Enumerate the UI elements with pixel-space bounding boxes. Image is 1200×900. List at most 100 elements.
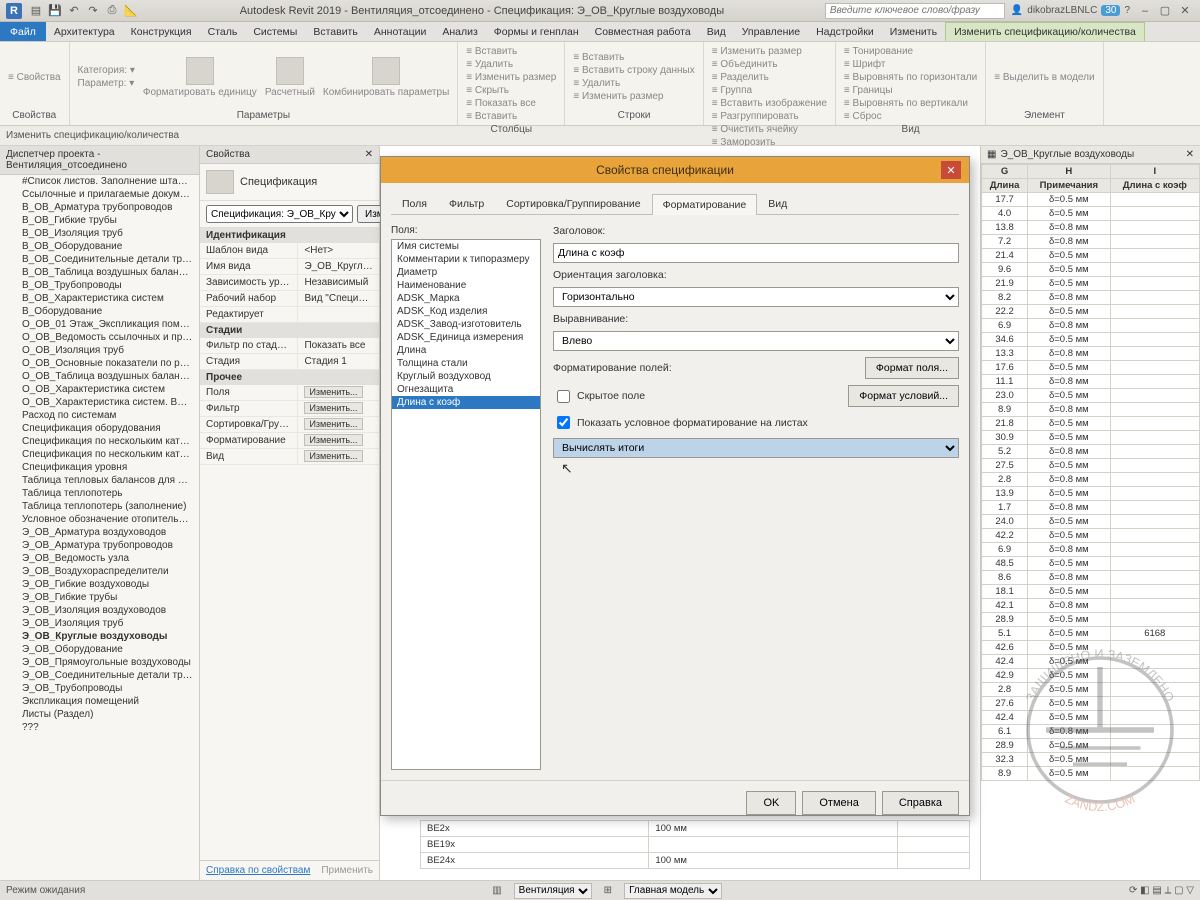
tree-node[interactable]: В_ОВ_Гибкие трубы (0, 214, 199, 227)
field-item[interactable]: ADSK_Код изделия (392, 305, 540, 318)
type-selector[interactable]: Спецификация (200, 164, 379, 201)
tree-node[interactable]: В_ОВ_Арматура трубопроводов (0, 201, 199, 214)
user-area[interactable]: 👤 dikobrazLBNLC 30 ? (1011, 5, 1130, 16)
tree-node[interactable]: Э_ОВ_Оборудование (0, 643, 199, 656)
tree-node[interactable]: #Список листов. Заполнение штампа (0, 175, 199, 188)
tree-node[interactable]: Э_ОВ_Ведомость узла (0, 552, 199, 565)
tab-3[interactable]: Системы (245, 22, 305, 41)
tab-6[interactable]: Анализ (434, 22, 485, 41)
tab-0[interactable]: Архитектура (46, 22, 123, 41)
hidden-field-checkbox[interactable]: Скрытое поле (553, 387, 645, 406)
field-item[interactable]: Диаметр (392, 266, 540, 279)
status-icons[interactable]: ⟳ ◧ ▤ ⟂ ▢ ▽ (1129, 885, 1194, 896)
field-item[interactable]: Наименование (392, 279, 540, 292)
tab-4[interactable]: Вставить (305, 22, 366, 41)
tree-node[interactable]: Э_ОВ_Гибкие трубы (0, 591, 199, 604)
qat-open-icon[interactable]: ▤ (28, 3, 44, 19)
ok-button[interactable]: OK (746, 791, 796, 815)
tree-node[interactable]: В_Оборудование (0, 305, 199, 318)
qat-save-icon[interactable]: 💾 (47, 3, 63, 19)
qat-measure-icon[interactable]: 📐 (123, 3, 139, 19)
tab-close-icon[interactable]: ✕ (1186, 149, 1194, 160)
properties-help-link[interactable]: Справка по свойствам (206, 865, 310, 876)
filter-icon[interactable]: ▥ (492, 885, 501, 896)
tree-node[interactable]: Э_ОВ_Изоляция воздуховодов (0, 604, 199, 617)
project-browser-tree[interactable]: #Список листов. Заполнение штампаСсылочн… (0, 175, 199, 880)
tab-file[interactable]: Файл (0, 22, 46, 41)
tree-node[interactable]: Спецификация по нескольким категор (0, 448, 199, 461)
cancel-button[interactable]: Отмена (802, 791, 875, 815)
tree-node[interactable]: Спецификация оборудования (0, 422, 199, 435)
field-item[interactable]: ADSK_Завод-изготовитель (392, 318, 540, 331)
tree-node[interactable]: О_ОВ_Характеристика систем (0, 383, 199, 396)
tree-node[interactable]: Листы (Раздел) (0, 708, 199, 721)
tree-node[interactable]: Спецификация уровня (0, 461, 199, 474)
tree-node[interactable]: О_ОВ_Ведомость ссылочных и прилаг. (0, 331, 199, 344)
tree-node[interactable]: Таблица теплопотерь (заполнение) (0, 500, 199, 513)
dialog-tabs[interactable]: ПоляФильтрСортировка/ГруппированиеФормат… (391, 193, 959, 215)
tab-12[interactable]: Изменить (882, 22, 945, 41)
tree-node[interactable]: Спецификация по нескольким категор (0, 435, 199, 448)
tree-node[interactable]: В_ОВ_Трубопроводы (0, 279, 199, 292)
field-format-button[interactable]: Формат поля... (865, 357, 959, 379)
show-conditional-checkbox[interactable]: Показать условное форматирование на лист… (553, 413, 959, 432)
dialog-tab[interactable]: Вид (757, 193, 798, 214)
workset-icon[interactable]: ⊞ (604, 885, 612, 896)
close-panel-icon[interactable]: ✕ (365, 149, 373, 160)
field-item[interactable]: Круглый воздуховод (392, 370, 540, 383)
tree-node[interactable]: О_ОВ_01 Этаж_Экспликация помещени (0, 318, 199, 331)
model-filter[interactable]: Главная модель (624, 883, 722, 899)
schedule-table-scroll[interactable]: GHIДлинаПримечанияДлина с коэф17.7δ=0.5 … (981, 164, 1200, 880)
field-item[interactable]: Длина (392, 344, 540, 357)
fields-listbox[interactable]: Имя системыКомментарии к типоразмеруДиам… (391, 239, 541, 770)
apply-button[interactable]: Применить (321, 865, 373, 876)
field-item[interactable]: Огнезащита (392, 383, 540, 396)
minimize-icon[interactable]: – (1136, 4, 1154, 18)
discipline-filter[interactable]: Вентиляция (514, 883, 592, 899)
field-item[interactable]: Имя системы (392, 240, 540, 253)
alignment-select[interactable]: Влево (553, 331, 959, 351)
qat-redo-icon[interactable]: ↷ (85, 3, 101, 19)
search-input[interactable] (825, 3, 1005, 19)
tab-7[interactable]: Формы и генплан (486, 22, 587, 41)
tree-node[interactable]: Расход по системам (0, 409, 199, 422)
tree-node[interactable]: Э_ОВ_Арматура воздуховодов (0, 526, 199, 539)
tab-1[interactable]: Конструкция (123, 22, 200, 41)
help-button[interactable]: Справка (882, 791, 959, 815)
dialog-tab[interactable]: Поля (391, 193, 438, 214)
tree-node[interactable]: Экспликация помещений (0, 695, 199, 708)
tree-node[interactable]: Ссылочные и прилагаемые документы (0, 188, 199, 201)
tree-node[interactable]: Э_ОВ_Соединительные детали трубопр (0, 669, 199, 682)
qat-undo-icon[interactable]: ↶ (66, 3, 82, 19)
tree-node[interactable]: Э_ОВ_Изоляция труб (0, 617, 199, 630)
dialog-tab[interactable]: Форматирование (652, 194, 758, 215)
tree-node[interactable]: Э_ОВ_Прямоугольные воздуховоды (0, 656, 199, 669)
tree-node[interactable]: Э_ОВ_Арматура трубопроводов (0, 539, 199, 552)
tree-node[interactable]: Э_ОВ_Воздухораспределители (0, 565, 199, 578)
tree-node[interactable]: Таблица теплопотерь (0, 487, 199, 500)
tree-node[interactable]: О_ОВ_Таблица воздушных балансов (0, 370, 199, 383)
field-item[interactable]: Длина с коэф (392, 396, 540, 409)
tree-node[interactable]: Таблица тепловых балансов для фанко (0, 474, 199, 487)
tree-node[interactable]: ??? (0, 721, 199, 734)
tab-8[interactable]: Совместная работа (587, 22, 699, 41)
heading-input[interactable] (553, 243, 959, 263)
tab-11[interactable]: Надстройки (808, 22, 882, 41)
tree-node[interactable]: Условное обозначение отопительных п (0, 513, 199, 526)
instance-selector[interactable]: Спецификация: Э_ОВ_Кру (206, 205, 353, 223)
properties-grid[interactable]: ИдентификацияШаблон вида<Нет>Имя видаЭ_О… (200, 228, 379, 860)
quick-access-toolbar[interactable]: ▤ 💾 ↶ ↷ ⎙ 📐 (28, 3, 139, 19)
notification-badge[interactable]: 30 (1101, 5, 1120, 16)
help-icon[interactable]: ? (1124, 5, 1130, 16)
tree-node[interactable]: В_ОВ_Оборудование (0, 240, 199, 253)
field-item[interactable]: ADSK_Марка (392, 292, 540, 305)
tab-2[interactable]: Сталь (200, 22, 246, 41)
maximize-icon[interactable]: ▢ (1156, 4, 1174, 18)
schedule-tab-header[interactable]: ▦ Э_ОВ_Круглые воздуховоды ✕ (981, 146, 1200, 164)
orientation-select[interactable]: Горизонтально (553, 287, 959, 307)
qat-print-icon[interactable]: ⎙ (104, 3, 120, 19)
tree-node[interactable]: В_ОВ_Соединительные детали трубопр (0, 253, 199, 266)
conditional-format-button[interactable]: Формат условий... (848, 385, 959, 407)
dialog-tab[interactable]: Фильтр (438, 193, 495, 214)
dialog-tab[interactable]: Сортировка/Группирование (495, 193, 651, 214)
